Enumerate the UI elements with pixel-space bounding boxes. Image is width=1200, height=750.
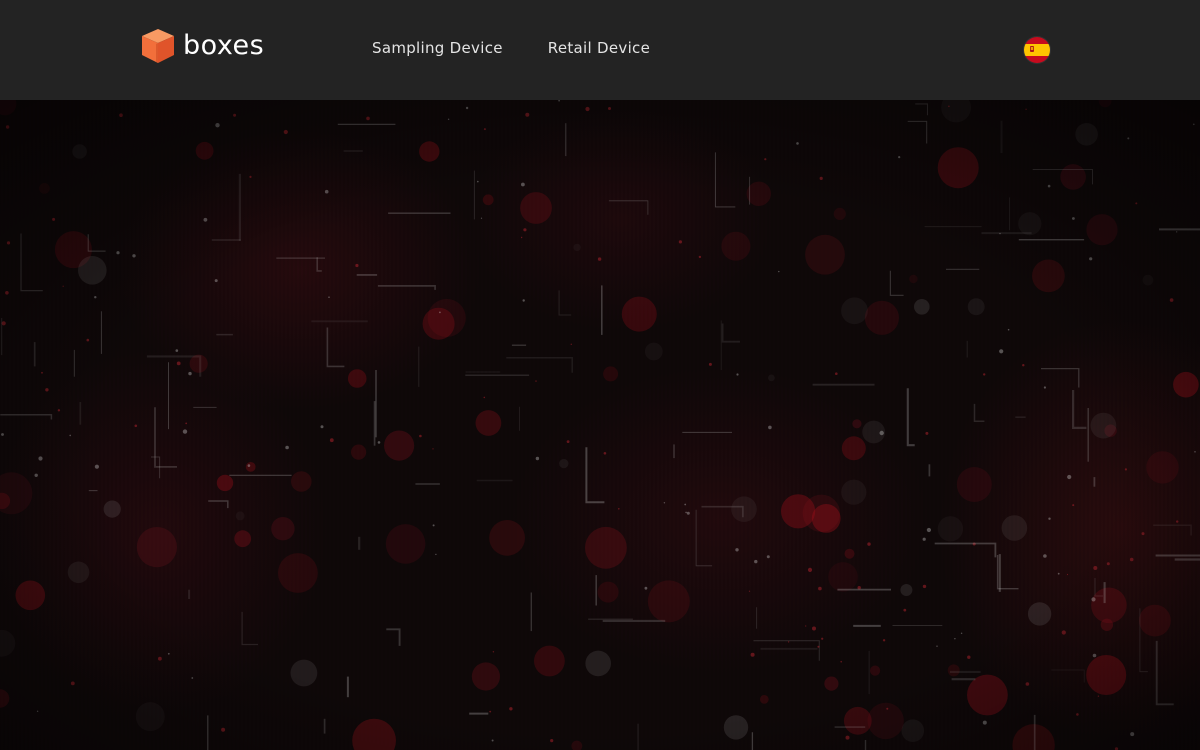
language-selector[interactable]	[1024, 37, 1050, 63]
orange-cube-icon	[139, 27, 177, 65]
nav-retail-device[interactable]: Retail Device	[548, 38, 650, 58]
site-header: boxes Sampling Device Retail Device	[0, 0, 1200, 100]
hero-background-video	[0, 100, 1200, 750]
spain-flag-icon	[1024, 37, 1050, 63]
main-nav: Sampling Device Retail Device	[372, 38, 650, 58]
particle-overlay	[0, 100, 1200, 750]
nav-sampling-device[interactable]: Sampling Device	[372, 38, 503, 58]
logo-text: boxes	[183, 30, 265, 61]
logo-link[interactable]: boxes	[139, 26, 264, 66]
